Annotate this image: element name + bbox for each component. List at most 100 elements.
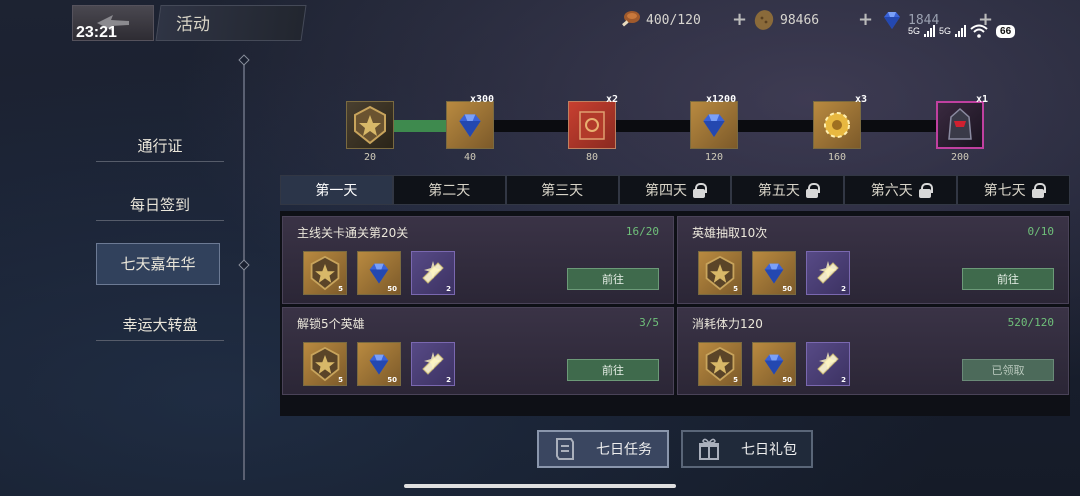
status-time: 23:21 [76, 24, 117, 41]
potato-coin-icon [752, 8, 776, 32]
reward-scroll[interactable]: 2 [411, 251, 455, 295]
add-coin-button[interactable]: + [858, 9, 873, 30]
lock-icon [918, 182, 933, 198]
reward-scroll[interactable]: 2 [806, 251, 850, 295]
reward-scroll[interactable]: 2 [411, 342, 455, 386]
milestone-points: 80 [585, 152, 599, 163]
resource-coin: 98466 [752, 7, 819, 33]
sidebar-item-seven-day-carnival[interactable]: 七天嘉年华 [96, 243, 220, 285]
seven-day-gift-button[interactable]: 七日礼包 [681, 430, 813, 468]
reward-diamond[interactable]: 50 [357, 251, 401, 295]
task-card: 消耗体力120 520/120 5 50 2 已领取 [677, 307, 1069, 395]
tab-day-6[interactable]: 第六天 [844, 175, 958, 205]
milestone-multiplier: x1200 [706, 94, 737, 105]
reward-count: 50 [782, 285, 792, 293]
milestone-chest-3[interactable] [568, 101, 616, 149]
status-icons: 5G 5G 66 [908, 24, 1016, 38]
sidebar-underline [96, 220, 224, 221]
add-stamina-button[interactable]: + [732, 9, 747, 30]
gold-gear-icon [824, 112, 850, 138]
task-card: 解锁5个英雄 3/5 5 50 2 前往 [282, 307, 674, 395]
sidebar-item-label: 七天嘉年华 [120, 255, 196, 273]
sidebar-item-daily-checkin[interactable]: 每日签到 [96, 194, 224, 221]
diamond-icon [459, 114, 481, 137]
reward-count: 5 [733, 285, 738, 293]
diamond-icon [764, 354, 784, 375]
sidebar-item-lucky-wheel[interactable]: 幸运大转盘 [96, 314, 224, 341]
milestone-points: 200 [950, 152, 970, 163]
task-card: 主线关卡通关第20关 16/20 5 50 2 前往 [282, 216, 674, 304]
task-progress: 16/20 [625, 225, 659, 238]
page-title: 活动 [176, 15, 210, 35]
milestone-multiplier: x300 [470, 94, 495, 105]
sidebar-item-label: 每日签到 [129, 196, 190, 214]
gift-icon [699, 438, 719, 460]
diamond-icon [369, 263, 389, 284]
seven-day-tasks-button[interactable]: 七日任务 [537, 430, 669, 468]
milestone-multiplier: x3 [855, 94, 868, 105]
milestone-points: 20 [363, 152, 377, 163]
reward-star-medal[interactable]: 5 [698, 342, 742, 386]
reward-count: 5 [338, 285, 343, 293]
tab-day-5[interactable]: 第五天 [731, 175, 845, 205]
reward-count: 50 [782, 376, 792, 384]
button-label: 七日任务 [596, 442, 652, 458]
tab-day-1[interactable]: 第一天 [280, 175, 393, 205]
resource-stamina: 400/120 [618, 7, 701, 33]
button-label: 七日礼包 [741, 442, 797, 458]
milestone-chest-2[interactable] [446, 101, 494, 149]
milestone-chest-4[interactable] [690, 101, 738, 149]
reward-star-medal[interactable]: 5 [698, 251, 742, 295]
claimed-button[interactable]: 已领取 [962, 359, 1054, 381]
go-button[interactable]: 前往 [567, 359, 659, 381]
star-medal-icon [310, 255, 340, 291]
tab-day-7[interactable]: 第七天 [957, 175, 1071, 205]
quest-scroll-icon [556, 438, 574, 460]
task-progress: 0/10 [1027, 225, 1055, 238]
go-button[interactable]: 前往 [567, 268, 659, 290]
network-label-1: 5G [908, 26, 921, 36]
star-medal-icon [354, 105, 386, 145]
reward-count: 50 [387, 285, 397, 293]
tab-day-3[interactable]: 第三天 [505, 175, 619, 205]
scroll-icon [422, 261, 444, 284]
tab-label: 第六天 [870, 183, 913, 199]
tab-day-2[interactable]: 第二天 [392, 175, 506, 205]
task-progress: 520/120 [1007, 316, 1054, 329]
milestone-points: 40 [463, 152, 477, 163]
milestone-multiplier: x2 [606, 94, 619, 105]
reward-diamond[interactable]: 50 [752, 251, 796, 295]
reward-star-medal[interactable]: 5 [303, 251, 347, 295]
lock-icon [805, 182, 820, 198]
reward-count: 5 [338, 376, 343, 384]
coin-value: 98466 [780, 12, 820, 28]
tab-label: 第七天 [983, 183, 1026, 199]
star-medal-icon [310, 346, 340, 382]
tab-day-4[interactable]: 第四天 [618, 175, 732, 205]
red-book-icon [579, 111, 605, 140]
reward-star-medal[interactable]: 5 [303, 342, 347, 386]
signal-icon [924, 25, 936, 37]
diamond-icon [703, 114, 725, 137]
milestone-chest-6[interactable] [936, 101, 984, 149]
milestone-chest-1[interactable] [346, 101, 394, 149]
reward-count: 2 [446, 285, 451, 293]
reward-diamond[interactable]: 50 [357, 342, 401, 386]
reward-scroll[interactable]: 2 [806, 342, 850, 386]
task-panel[interactable]: 主线关卡通关第20关 16/20 5 50 2 前往 英雄抽取10次 0/10 … [280, 211, 1070, 416]
star-medal-icon [705, 255, 735, 291]
tab-label: 第五天 [757, 183, 800, 199]
sidebar-underline [96, 340, 224, 341]
lock-icon [1031, 182, 1046, 198]
reward-count: 2 [841, 285, 846, 293]
task-name: 消耗体力120 [692, 317, 763, 331]
reward-count: 2 [446, 376, 451, 384]
task-name: 解锁5个英雄 [297, 317, 365, 331]
top-bar: 23:21 活动 400/120 + 98466 + 1844 + 5G 5G … [0, 0, 1080, 44]
milestone-chest-5[interactable] [813, 101, 861, 149]
milestone-points: 120 [704, 152, 724, 163]
go-button[interactable]: 前往 [962, 268, 1054, 290]
home-indicator[interactable] [404, 484, 676, 488]
sidebar-item-pass[interactable]: 通行证 [96, 135, 224, 162]
reward-diamond[interactable]: 50 [752, 342, 796, 386]
